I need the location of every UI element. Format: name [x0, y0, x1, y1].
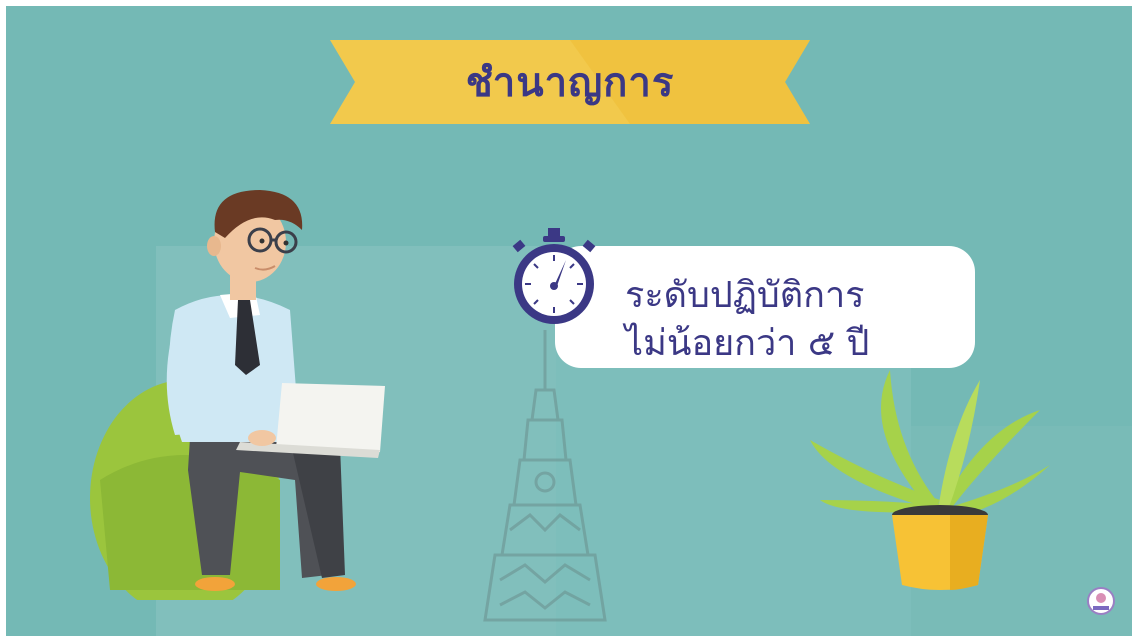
org-logo-icon — [1087, 587, 1115, 615]
tower-silhouette — [483, 330, 607, 622]
stopwatch-icon — [512, 228, 596, 324]
potted-plant — [810, 370, 1050, 590]
person-with-laptop-illustration — [90, 190, 385, 600]
requirement-line-2: ไม่น้อยกว่า ๕ ปี — [625, 323, 870, 364]
page-title: ชำนาญการ — [465, 60, 675, 106]
